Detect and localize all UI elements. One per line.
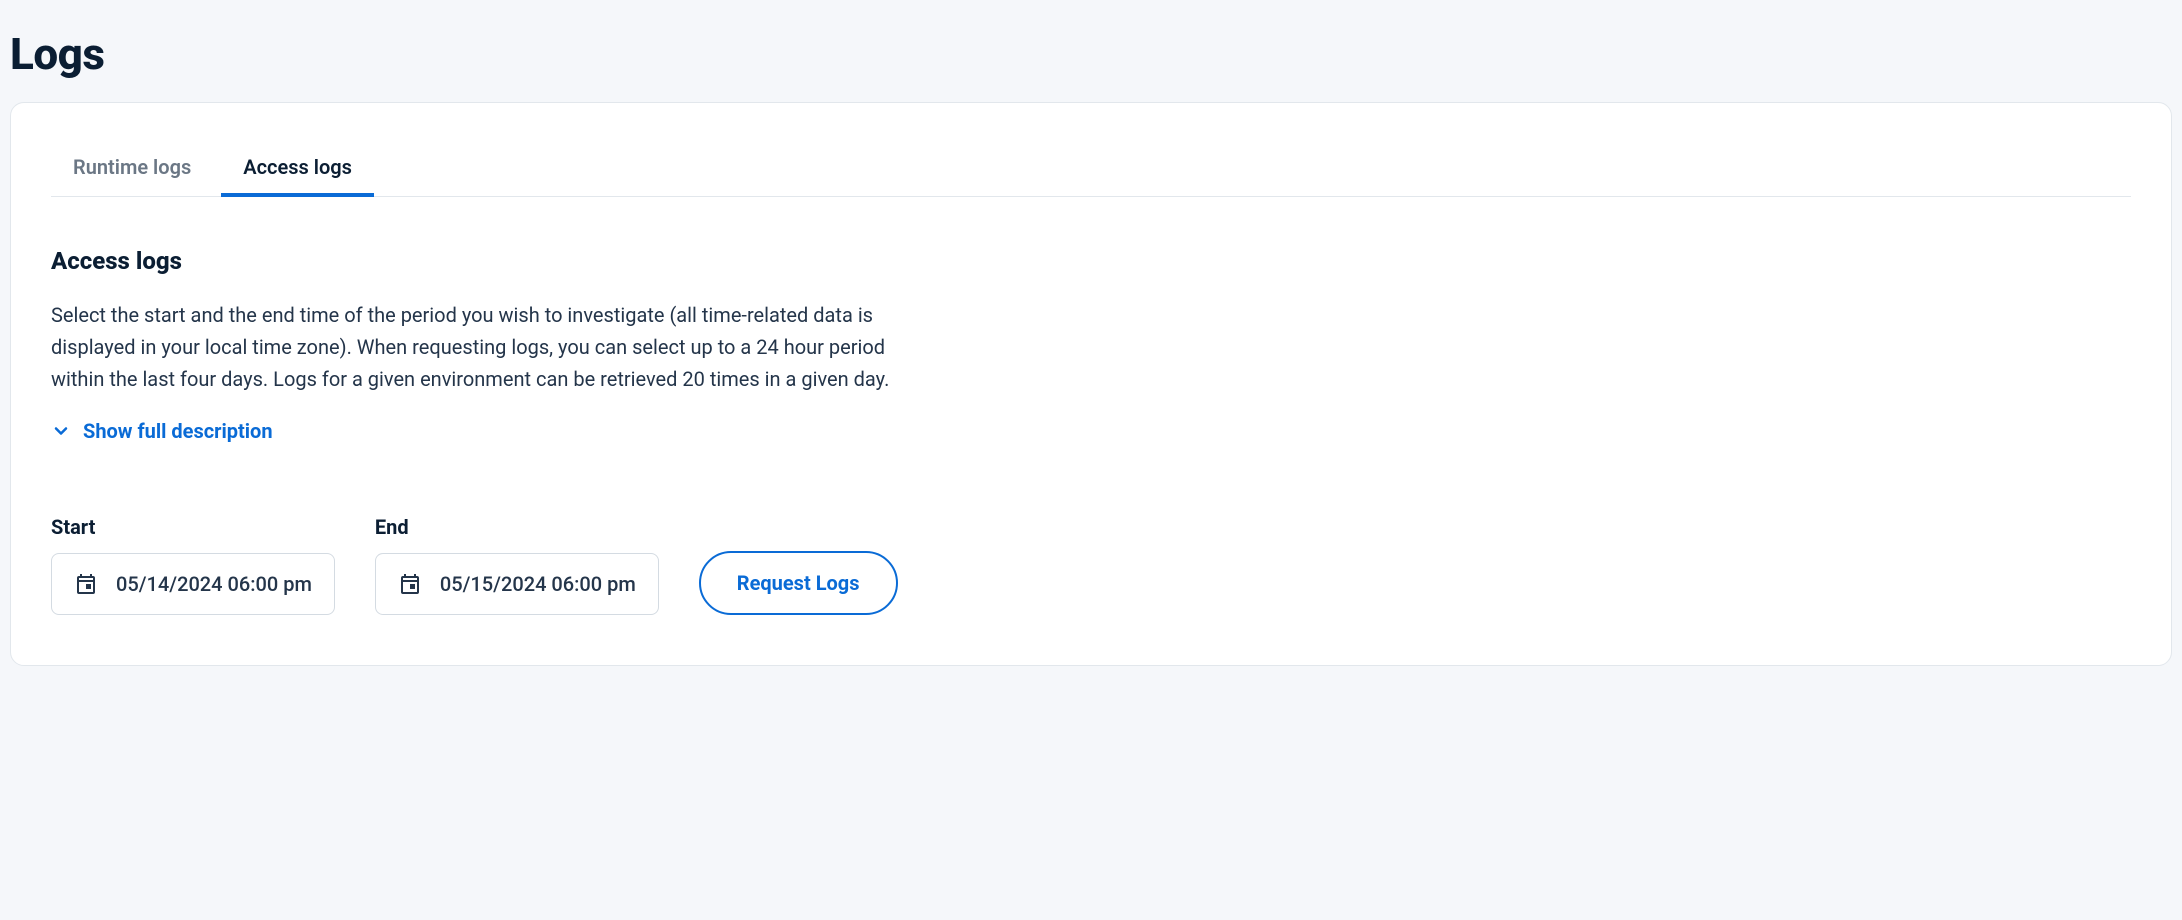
tab-runtime-logs[interactable]: Runtime logs [51, 143, 213, 197]
start-datetime-value: 05/14/2024 06:00 pm [116, 572, 312, 596]
start-field-group: Start 05/14/2024 06:00 pm [51, 515, 335, 615]
chevron-down-icon [51, 421, 71, 441]
end-field-label: End [375, 515, 659, 539]
request-logs-button[interactable]: Request Logs [699, 551, 898, 615]
section-title: Access logs [51, 247, 2131, 275]
section-description: Select the start and the end time of the… [51, 299, 931, 395]
end-datetime-input[interactable]: 05/15/2024 06:00 pm [375, 553, 659, 615]
start-field-label: Start [51, 515, 335, 539]
tabs: Runtime logs Access logs [51, 143, 2131, 197]
page-title: Logs [10, 28, 2172, 80]
tab-access-logs[interactable]: Access logs [221, 143, 374, 197]
show-full-description-toggle[interactable]: Show full description [51, 419, 273, 443]
date-range-controls: Start 05/14/2024 06:00 pm End 05/15/2024 [51, 515, 2131, 615]
logs-panel: Runtime logs Access logs Access logs Sel… [10, 102, 2172, 666]
start-datetime-input[interactable]: 05/14/2024 06:00 pm [51, 553, 335, 615]
expand-toggle-label: Show full description [83, 419, 273, 443]
end-datetime-value: 05/15/2024 06:00 pm [440, 572, 636, 596]
calendar-icon [74, 572, 98, 596]
calendar-icon [398, 572, 422, 596]
end-field-group: End 05/15/2024 06:00 pm [375, 515, 659, 615]
